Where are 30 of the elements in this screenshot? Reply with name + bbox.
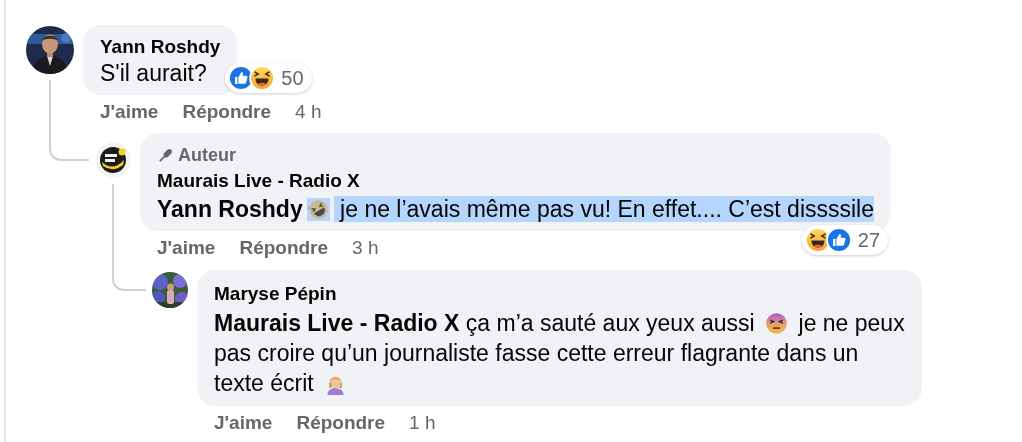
timestamp-link[interactable]: 1 h <box>409 413 436 433</box>
logo-icon <box>95 142 131 178</box>
comment-text: je ne l’avais même pas vu! En effet.... C’est dissssile <box>333 196 874 222</box>
laughing-reaction-icon <box>249 65 276 91</box>
comment-text: pas croire qu’un journaliste fasse cette erreur flagrante dans un <box>214 340 859 366</box>
reactions-pill[interactable]: 27 <box>801 225 888 255</box>
reaction-count: 27 <box>857 228 880 252</box>
mention-link[interactable]: Maurais Live - Radio X <box>214 310 460 336</box>
comment-text: texte écrit <box>214 370 315 396</box>
mention-link[interactable]: Yann Roshdy <box>157 196 303 222</box>
reaction-count: 50 <box>281 66 304 90</box>
timestamp-link[interactable]: 3 h <box>352 238 379 258</box>
author-name[interactable]: Yann Roshdy <box>100 35 221 59</box>
author-name[interactable]: Maryse Pépin <box>214 280 905 308</box>
comment-text: je ne peux <box>797 310 905 336</box>
like-button[interactable]: J'aime <box>214 413 273 433</box>
reactions-pill[interactable]: 50 <box>225 63 312 93</box>
reply-button[interactable]: Répondre <box>182 102 272 122</box>
reply-button[interactable]: Répondre <box>296 413 386 433</box>
like-button[interactable]: J'aime <box>100 102 159 122</box>
author-name[interactable]: Maurais Live - Radio X <box>157 167 874 195</box>
comment-text: ça m’a sauté aux yeux aussi <box>464 310 756 336</box>
like-reaction-icon <box>825 227 852 253</box>
comment-text: S'il aurait? <box>100 60 207 86</box>
timestamp-link[interactable]: 4 h <box>295 102 322 122</box>
reply-button[interactable]: Répondre <box>239 238 329 258</box>
laughing-reaction-icon <box>804 227 831 253</box>
like-button[interactable]: J'aime <box>157 238 216 258</box>
microphone-icon <box>157 146 174 164</box>
role-label: Auteur <box>178 144 236 167</box>
